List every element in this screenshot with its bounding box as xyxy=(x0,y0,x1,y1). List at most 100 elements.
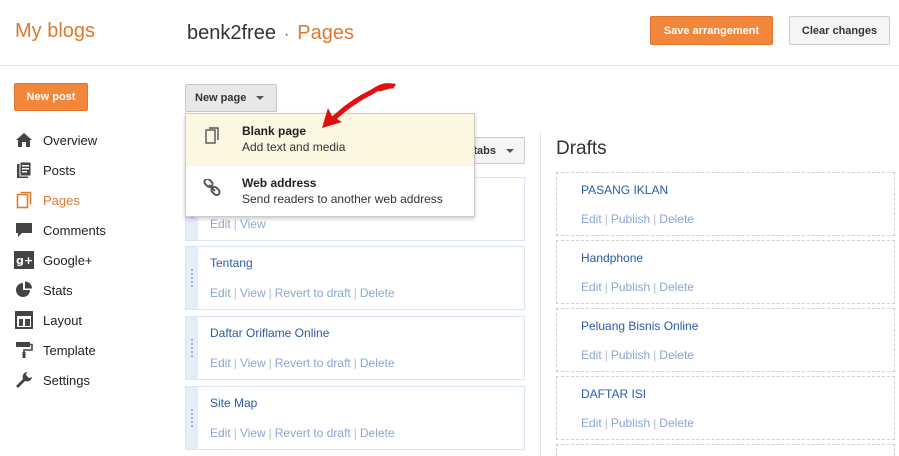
revert-to-draft-link[interactable]: Revert to draft xyxy=(275,286,351,300)
chevron-down-icon xyxy=(256,96,265,100)
draft-title-link[interactable]: PASANG IKLAN xyxy=(581,183,668,197)
sidebar-item-label: Posts xyxy=(43,162,76,178)
svg-text:g+: g+ xyxy=(16,254,33,267)
page-row[interactable]: Daftar Oriflame Online Edit | View | Revert … xyxy=(185,316,525,380)
delete-link[interactable]: Delete xyxy=(659,212,694,226)
page-title-link[interactable]: Daftar Oriflame Online xyxy=(210,326,329,340)
pie-chart-icon xyxy=(14,280,34,300)
sidebar-item-label: Template xyxy=(43,342,96,358)
draft-actions: Edit | Publish | Delete xyxy=(581,280,694,294)
draft-row[interactable]: PASANG IKLAN Edit | Publish | Delete xyxy=(556,172,895,236)
blog-name[interactable]: benk2free xyxy=(187,22,276,44)
draft-actions: Edit | Publish | Delete xyxy=(581,416,694,430)
sidebar-item-label: Pages xyxy=(43,192,80,208)
tabs-label: tabs xyxy=(473,144,496,157)
delete-link[interactable]: Delete xyxy=(659,348,694,362)
page-title-link[interactable]: Tentang xyxy=(210,256,253,270)
sidebar-item-stats[interactable]: Stats xyxy=(14,275,164,305)
page-title: Pages xyxy=(297,22,355,44)
sidebar-item-settings[interactable]: Settings xyxy=(14,365,164,395)
draft-row[interactable]: Peluang Bisnis Online Edit | Publish | Delet… xyxy=(556,308,895,372)
edit-link[interactable]: Edit xyxy=(581,212,602,226)
delete-link[interactable]: Delete xyxy=(360,426,395,440)
home-icon xyxy=(14,130,34,150)
sidebar-item-posts[interactable]: Posts xyxy=(14,155,164,185)
page-actions: Edit | View | Revert to draft | Delete xyxy=(210,426,395,440)
sidebar-item-overview[interactable]: Overview xyxy=(14,125,164,155)
wrench-icon xyxy=(14,370,34,390)
revert-to-draft-link[interactable]: Revert to draft xyxy=(275,356,351,370)
sidebar-item-layout[interactable]: Layout xyxy=(14,305,164,335)
comment-icon xyxy=(14,220,34,240)
menu-item-title: Web address xyxy=(242,176,317,190)
draft-title-link[interactable]: DAFTAR ISI xyxy=(581,387,646,401)
breadcrumb: benk2free · Pages xyxy=(187,22,354,45)
sidebar-item-template[interactable]: Template xyxy=(14,335,164,365)
draft-row[interactable]: DAFTAR ISI Edit | Publish | Delete xyxy=(556,376,895,440)
draft-title-link[interactable]: Peluang Bisnis Online xyxy=(581,319,698,333)
paint-roller-icon xyxy=(14,340,34,360)
revert-to-draft-link[interactable]: Revert to draft xyxy=(275,426,351,440)
new-post-button[interactable]: New post xyxy=(14,83,88,111)
drafts-heading: Drafts xyxy=(556,138,607,159)
view-link[interactable]: View xyxy=(240,426,266,440)
link-icon xyxy=(202,178,222,198)
drag-handle[interactable] xyxy=(186,317,198,379)
sidebar-item-label: Settings xyxy=(43,372,90,388)
page-actions: Edit | View xyxy=(210,217,266,231)
sidebar-item-google-plus[interactable]: g+ Google+ xyxy=(14,245,164,275)
blank-page-icon xyxy=(202,126,222,146)
chevron-down-icon xyxy=(506,148,514,153)
sidebar-item-label: Layout xyxy=(43,312,83,328)
edit-link[interactable]: Edit xyxy=(210,286,231,300)
sidebar-item-label: Comments xyxy=(43,222,106,238)
edit-link[interactable]: Edit xyxy=(581,280,602,294)
draft-row[interactable]: Handphone Edit | Publish | Delete xyxy=(556,240,895,304)
menu-item-description: Send readers to another web address xyxy=(242,192,443,206)
edit-link[interactable]: Edit xyxy=(581,416,602,430)
clear-changes-button[interactable]: Clear changes xyxy=(789,16,890,45)
publish-link[interactable]: Publish xyxy=(611,348,650,362)
google-plus-icon: g+ xyxy=(14,250,34,270)
draft-actions: Edit | Publish | Delete xyxy=(581,212,694,226)
page-row[interactable]: Tentang Edit | View | Revert to draft | Delete xyxy=(185,246,525,310)
drag-handle[interactable] xyxy=(186,387,198,449)
annotation-arrow-icon xyxy=(322,83,396,128)
new-page-label: New page xyxy=(195,92,247,104)
sidebar-nav: Overview Posts Pages Comments g+ Google+… xyxy=(14,125,164,395)
page-actions: Edit | View | Revert to draft | Delete xyxy=(210,356,395,370)
view-link[interactable]: View xyxy=(240,356,266,370)
publish-link[interactable]: Publish xyxy=(611,280,650,294)
draft-row[interactable] xyxy=(556,444,895,456)
delete-link[interactable]: Delete xyxy=(659,280,694,294)
menu-item-description: Add text and media xyxy=(242,140,346,154)
draft-title-link[interactable]: Handphone xyxy=(581,251,643,265)
edit-link[interactable]: Edit xyxy=(210,217,231,231)
column-divider xyxy=(540,132,541,456)
delete-link[interactable]: Delete xyxy=(360,286,395,300)
publish-link[interactable]: Publish xyxy=(611,212,650,226)
my-blogs-link[interactable]: My blogs xyxy=(15,20,95,43)
page-title-link[interactable]: Site Map xyxy=(210,396,257,410)
edit-link[interactable]: Edit xyxy=(210,356,231,370)
view-link[interactable]: View xyxy=(240,217,266,231)
edit-link[interactable]: Edit xyxy=(581,348,602,362)
drag-handle[interactable] xyxy=(186,247,198,309)
sidebar-item-comments[interactable]: Comments xyxy=(14,215,164,245)
new-page-button[interactable]: New page xyxy=(185,84,277,112)
save-arrangement-button[interactable]: Save arrangement xyxy=(650,16,773,45)
delete-link[interactable]: Delete xyxy=(659,416,694,430)
page-row[interactable]: Site Map Edit | View | Revert to draft | Delet… xyxy=(185,386,525,450)
sidebar-item-pages[interactable]: Pages xyxy=(14,185,164,215)
top-bar: My blogs benk2free · Pages Save arrangemen… xyxy=(0,0,899,66)
delete-link[interactable]: Delete xyxy=(360,356,395,370)
draft-actions: Edit | Publish | Delete xyxy=(581,348,694,362)
posts-icon xyxy=(14,160,34,180)
edit-link[interactable]: Edit xyxy=(210,426,231,440)
page-actions: Edit | View | Revert to draft | Delete xyxy=(210,286,395,300)
sidebar-item-label: Stats xyxy=(43,282,73,298)
menu-item-web-address[interactable]: Web address Send readers to another web … xyxy=(186,166,474,218)
view-link[interactable]: View xyxy=(240,286,266,300)
publish-link[interactable]: Publish xyxy=(611,416,650,430)
sidebar-item-label: Google+ xyxy=(43,252,93,268)
